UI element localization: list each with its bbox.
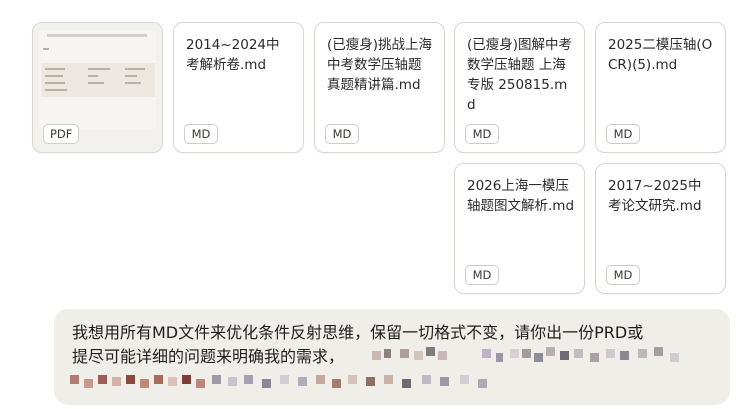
md-attachment-card[interactable]: (已瘦身)图解中考数学压轴题 上海专版 250815.md MD — [454, 22, 585, 153]
md-attachment-card[interactable]: 2017~2025中考论文研究.md MD — [595, 163, 726, 294]
file-type-badge: MD — [606, 265, 640, 285]
file-type-badge: MD — [465, 265, 499, 285]
file-type-badge: MD — [325, 124, 359, 144]
md-attachment-card[interactable]: 2014~2024中考解析卷.md MD — [173, 22, 304, 153]
file-name: 2025二模压轴(OCR)(5).md — [608, 37, 713, 73]
file-type-badge: PDF — [43, 124, 80, 144]
file-name: 2026上海一模压轴题图文解析.md — [467, 178, 575, 214]
message-line-1: 我想用所有MD文件来优化条件反射思维，保留一切格式不变，请你出一份PRD或 — [72, 323, 644, 342]
md-attachment-card[interactable]: (已瘦身)挑战上海中考数学压轴题真题精讲篇.md MD — [314, 22, 445, 153]
message-line-2: 提尽可能详细的问题来明确我的需求， — [72, 347, 345, 366]
file-type-badge: MD — [184, 124, 218, 144]
file-name: 2017~2025中考论文研究.md — [608, 178, 702, 214]
md-attachment-card[interactable]: 2025二模压轴(OCR)(5).md MD — [595, 22, 726, 153]
md-attachment-card[interactable]: 2026上海一模压轴题图文解析.md MD — [454, 163, 585, 294]
user-message-text: 我想用所有MD文件来优化条件反射思维，保留一切格式不变，请你出一份PRD或 提尽… — [72, 321, 712, 369]
file-name: (已瘦身)挑战上海中考数学压轴题真题精讲篇.md — [327, 37, 433, 93]
file-name: 2014~2024中考解析卷.md — [186, 37, 280, 73]
pdf-attachment-card[interactable]: PDF — [32, 22, 163, 153]
file-name: (已瘦身)图解中考数学压轴题 上海专版 250815.md — [467, 37, 573, 113]
file-type-badge: MD — [606, 124, 640, 144]
user-message-bubble: 我想用所有MD文件来优化条件反射思维，保留一切格式不变，请你出一份PRD或 提尽… — [54, 309, 730, 405]
file-type-badge: MD — [465, 124, 499, 144]
